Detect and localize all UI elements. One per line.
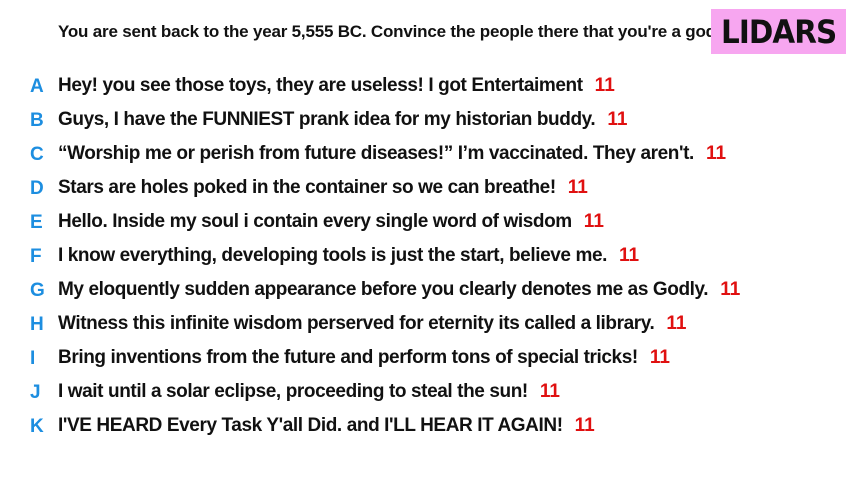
prompt-text: You are sent back to the year 5,555 BC. …: [58, 22, 721, 41]
answer-score: 11: [705, 143, 727, 164]
answer-row-g: G My eloquently sudden appearance before…: [0, 274, 853, 308]
answer-row-a: A Hey! you see those toys, they are usel…: [0, 70, 853, 104]
answer-letter: C: [30, 144, 44, 165]
answer-score: 11: [649, 347, 670, 368]
answer-row-i: I Bring inventions from the future and p…: [0, 342, 853, 376]
answer-row-b: B Guys, I have the FUNNIEST prank idea f…: [0, 104, 853, 138]
answer-text: Hey! you see those toys, they are useles…: [58, 75, 583, 96]
answer-score: 11: [666, 313, 687, 334]
answer-body: Hey! you see those toys, they are useles…: [58, 75, 615, 97]
answer-text: Guys, I have the FUNNIEST prank idea for…: [58, 109, 596, 130]
answer-body: Hello. Inside my soul i contain every si…: [58, 211, 604, 233]
answer-body: I wait until a solar eclipse, proceeding…: [58, 381, 560, 403]
answer-letter: A: [30, 76, 44, 97]
answer-row-f: F I know everything, developing tools is…: [0, 240, 853, 274]
answer-score: 11: [574, 415, 595, 436]
answer-text: Bring inventions from the future and per…: [58, 347, 638, 368]
answer-list: A Hey! you see those toys, they are usel…: [0, 70, 853, 444]
answer-body: “Worship me or perish from future diseas…: [58, 143, 726, 165]
answer-score: 11: [720, 279, 741, 300]
answer-body: Bring inventions from the future and per…: [58, 347, 670, 369]
answer-text: I know everything, developing tools is j…: [58, 245, 608, 266]
answer-letter: J: [30, 382, 41, 403]
answer-row-j: J I wait until a solar eclipse, proceedi…: [0, 376, 853, 410]
answer-body: Guys, I have the FUNNIEST prank idea for…: [58, 109, 627, 131]
answer-row-k: K I'VE HEARD Every Task Y'all Did. and I…: [0, 410, 853, 444]
answer-letter: B: [30, 110, 44, 131]
answer-body: I'VE HEARD Every Task Y'all Did. and I'L…: [58, 415, 595, 437]
answer-row-e: E Hello. Inside my soul i contain every …: [0, 206, 853, 240]
answer-letter: F: [30, 246, 42, 267]
answer-score: 11: [607, 109, 628, 130]
answer-letter: E: [30, 212, 43, 233]
lidars-logo: LIDARS: [711, 9, 846, 54]
answer-body: I know everything, developing tools is j…: [58, 245, 639, 267]
answer-text: I'VE HEARD Every Task Y'all Did. and I'L…: [58, 415, 563, 436]
answer-row-h: H Witness this infinite wisdom perserved…: [0, 308, 853, 342]
answer-letter: K: [30, 416, 44, 437]
answer-score: 11: [594, 75, 615, 96]
answer-text: Hello. Inside my soul i contain every si…: [58, 211, 572, 232]
answer-letter: I: [30, 348, 36, 369]
answer-letter: D: [30, 178, 44, 199]
answer-row-c: C “Worship me or perish from future dise…: [0, 138, 853, 172]
answer-score: 11: [567, 177, 588, 198]
answer-text: I wait until a solar eclipse, proceeding…: [58, 381, 528, 402]
answer-body: Stars are holes poked in the container s…: [58, 177, 588, 199]
answer-text: My eloquently sudden appearance before y…: [58, 279, 709, 300]
answer-score: 11: [583, 211, 604, 232]
answer-text: “Worship me or perish from future diseas…: [58, 143, 694, 164]
answer-body: My eloquently sudden appearance before y…: [58, 279, 740, 301]
answer-text: Witness this infinite wisdom perserved f…: [58, 313, 655, 334]
answer-score: 11: [539, 381, 560, 402]
answer-letter: G: [30, 280, 45, 301]
answer-text: Stars are holes poked in the container s…: [58, 177, 556, 198]
answer-body: Witness this infinite wisdom perserved f…: [58, 313, 687, 335]
logo-text: LIDARS: [720, 12, 837, 51]
answer-row-d: D Stars are holes poked in the container…: [0, 172, 853, 206]
answer-score: 11: [619, 245, 640, 266]
answer-letter: H: [30, 314, 44, 335]
